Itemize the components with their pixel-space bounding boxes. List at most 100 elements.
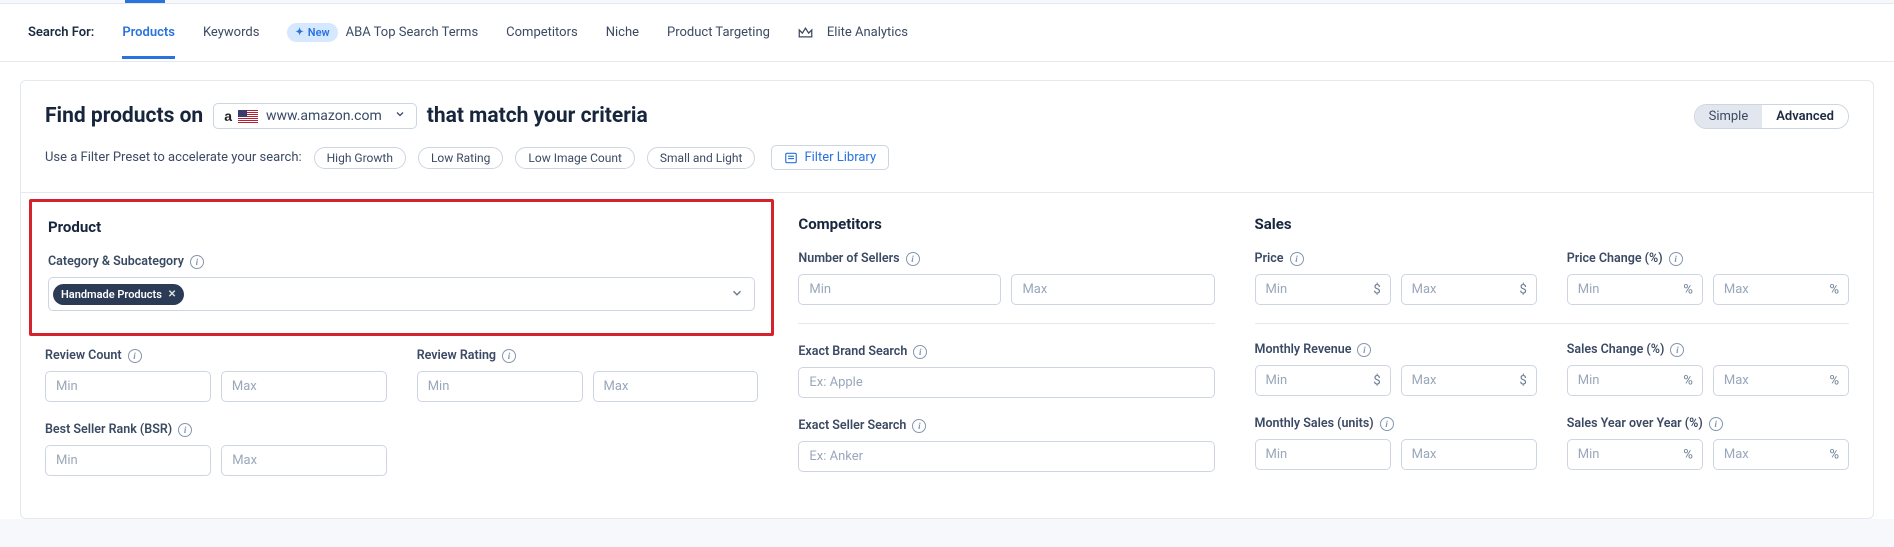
review-count-min[interactable] — [45, 371, 211, 402]
search-for-tabs: Search For: Products Keywords New ABA To… — [0, 4, 1894, 62]
review-count-max[interactable] — [221, 371, 387, 402]
exact-seller-label: Exact Seller Search i — [798, 418, 1214, 433]
us-flag-icon — [238, 110, 258, 123]
tab-products[interactable]: Products — [122, 7, 175, 58]
divider — [21, 192, 1873, 193]
percent-suffix: % — [1683, 373, 1693, 388]
monthly-revenue-max[interactable] — [1401, 365, 1537, 396]
title-row: Find products on a www.amazon.com that m… — [45, 103, 1849, 129]
tab-keywords[interactable]: Keywords — [203, 7, 259, 58]
price-max[interactable] — [1401, 274, 1537, 305]
marketplace-select[interactable]: a www.amazon.com — [213, 103, 417, 129]
percent-suffix: % — [1829, 282, 1839, 297]
section-competitors: Competitors — [798, 215, 1214, 233]
monthly-revenue-min[interactable] — [1255, 365, 1391, 396]
info-icon[interactable]: i — [1669, 252, 1683, 266]
page-frame: Search For: Products Keywords New ABA To… — [0, 3, 1894, 519]
percent-suffix: % — [1683, 282, 1693, 297]
price-label: Price i — [1255, 251, 1537, 266]
info-icon[interactable]: i — [912, 419, 926, 433]
library-icon — [784, 150, 798, 165]
percent-suffix: % — [1829, 447, 1839, 462]
review-rating-label: Review Rating i — [417, 348, 759, 363]
mode-simple[interactable]: Simple — [1695, 105, 1763, 128]
price-min[interactable] — [1255, 274, 1391, 305]
amazon-logo-icon: a — [224, 108, 232, 124]
category-label: Category & Subcategory i — [48, 254, 755, 269]
sales-yoy-label: Sales Year over Year (%) i — [1567, 416, 1849, 431]
review-rating-max[interactable] — [593, 371, 759, 402]
info-icon[interactable]: i — [1380, 417, 1394, 431]
page-title: Find products on a www.amazon.com that m… — [45, 103, 648, 129]
monthly-revenue-label: Monthly Revenue i — [1255, 342, 1537, 357]
crown-icon — [798, 25, 813, 40]
num-sellers-min[interactable] — [798, 274, 1001, 305]
tab-competitors[interactable]: Competitors — [506, 7, 578, 58]
review-rating-min[interactable] — [417, 371, 583, 402]
exact-brand-label: Exact Brand Search i — [798, 344, 1214, 359]
num-sellers-label: Number of Sellers i — [798, 251, 1214, 266]
info-icon[interactable]: i — [906, 252, 920, 266]
col-product: Product Category & Subcategory i Handmad… — [45, 215, 758, 496]
chevron-down-icon — [730, 285, 744, 304]
tab-niche[interactable]: Niche — [606, 7, 639, 58]
category-select[interactable]: Handmade Products ✕ — [48, 277, 755, 311]
search-for-label: Search For: — [28, 25, 94, 40]
info-icon[interactable]: i — [1290, 252, 1304, 266]
preset-high-growth[interactable]: High Growth — [314, 147, 406, 169]
remove-tag-icon[interactable]: ✕ — [168, 289, 176, 300]
filter-library-label: Filter Library — [804, 150, 876, 165]
preset-low-image[interactable]: Low Image Count — [515, 147, 635, 169]
review-count-label: Review Count i — [45, 348, 387, 363]
preset-small-light[interactable]: Small and Light — [647, 147, 756, 169]
info-icon[interactable]: i — [502, 349, 516, 363]
section-product: Product — [48, 218, 755, 236]
info-icon[interactable]: i — [1709, 417, 1723, 431]
title-suffix: that match your criteria — [427, 104, 648, 128]
bsr-min[interactable] — [45, 445, 211, 476]
sales-change-label: Sales Change (%) i — [1567, 342, 1849, 357]
filter-columns: Product Category & Subcategory i Handmad… — [45, 215, 1849, 496]
info-icon[interactable]: i — [913, 345, 927, 359]
category-tag: Handmade Products ✕ — [53, 284, 184, 305]
tab-elite-label: Elite Analytics — [827, 25, 908, 40]
new-badge: New — [287, 23, 337, 42]
percent-suffix: % — [1683, 447, 1693, 462]
tab-elite[interactable]: Elite Analytics — [798, 7, 908, 58]
bsr-max[interactable] — [221, 445, 387, 476]
tab-product-targeting[interactable]: Product Targeting — [667, 7, 770, 58]
info-icon[interactable]: i — [190, 255, 204, 269]
tab-aba[interactable]: New ABA Top Search Terms — [287, 5, 478, 60]
exact-seller-input[interactable] — [798, 441, 1214, 472]
dollar-suffix: $ — [1373, 373, 1380, 388]
dollar-suffix: $ — [1519, 282, 1526, 297]
title-prefix: Find products on — [45, 104, 203, 128]
section-sales: Sales — [1255, 215, 1849, 233]
mode-toggle: Simple Advanced — [1694, 104, 1849, 129]
dollar-suffix: $ — [1373, 282, 1380, 297]
category-tag-label: Handmade Products — [61, 288, 162, 301]
info-icon[interactable]: i — [178, 423, 192, 437]
dollar-suffix: $ — [1519, 373, 1526, 388]
monthly-sales-label: Monthly Sales (units) i — [1255, 416, 1537, 431]
monthly-sales-max[interactable] — [1401, 439, 1537, 470]
highlight-box: Product Category & Subcategory i Handmad… — [29, 199, 774, 336]
preset-low-rating[interactable]: Low Rating — [418, 147, 503, 169]
info-icon[interactable]: i — [1357, 343, 1371, 357]
tab-aba-label: ABA Top Search Terms — [346, 25, 479, 40]
info-icon[interactable]: i — [1670, 343, 1684, 357]
mode-advanced[interactable]: Advanced — [1762, 105, 1848, 128]
price-change-label: Price Change (%) i — [1567, 251, 1849, 266]
info-icon[interactable]: i — [128, 349, 142, 363]
preset-label: Use a Filter Preset to accelerate your s… — [45, 150, 302, 165]
monthly-sales-min[interactable] — [1255, 439, 1391, 470]
percent-suffix: % — [1829, 373, 1839, 388]
preset-row: Use a Filter Preset to accelerate your s… — [45, 145, 1849, 170]
col-competitors: Competitors Number of Sellers i Exact Br… — [798, 215, 1214, 496]
bsr-label: Best Seller Rank (BSR) i — [45, 422, 387, 437]
filter-library-button[interactable]: Filter Library — [771, 145, 889, 170]
col-sales: Sales Price i $ $ Pric — [1255, 215, 1849, 496]
num-sellers-max[interactable] — [1011, 274, 1214, 305]
chevron-down-icon — [394, 108, 406, 124]
exact-brand-input[interactable] — [798, 367, 1214, 398]
